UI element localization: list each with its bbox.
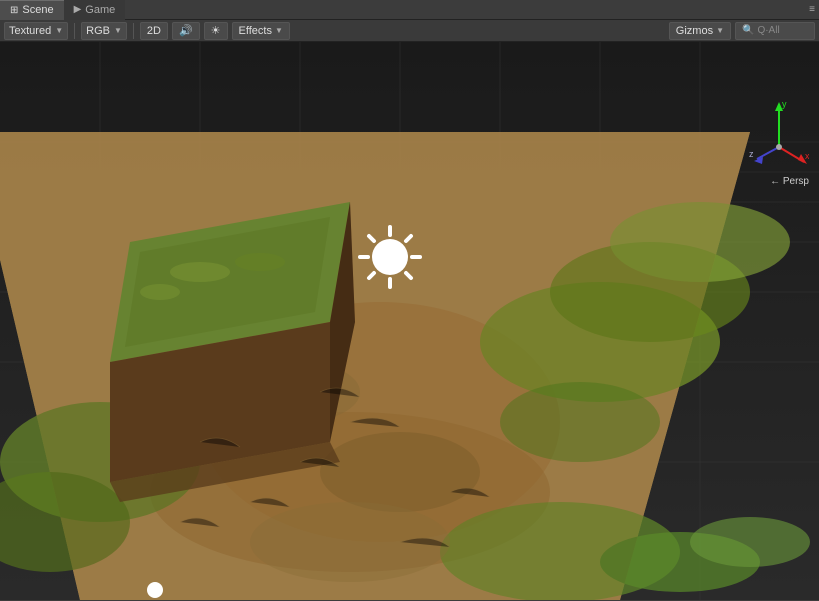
- scene-viewport[interactable]: y x z ← Persp: [0, 42, 819, 600]
- lighting-icon: ☀: [211, 24, 221, 37]
- audio-icon: 🔊: [179, 24, 193, 37]
- lighting-button[interactable]: ☀: [204, 22, 228, 40]
- effects-label: Effects: [239, 25, 272, 37]
- gizmos-button[interactable]: Gizmos ▼: [669, 22, 731, 40]
- effects-arrow-icon: ▼: [275, 26, 283, 35]
- search-placeholder: Q·All: [757, 25, 779, 36]
- tab-game-label: Game: [85, 4, 115, 16]
- title-bar: ⊞ Scene ▶ Game ≡: [0, 0, 819, 20]
- tab-scene-label: Scene: [22, 4, 53, 16]
- search-icon: 🔍: [742, 25, 754, 36]
- game-icon: ▶: [74, 4, 82, 15]
- audio-button[interactable]: 🔊: [172, 22, 200, 40]
- render-mode-label: Textured: [9, 25, 51, 37]
- terrain-scene: [0, 42, 819, 600]
- separator-1: [74, 23, 75, 39]
- gizmo-svg: y x z: [749, 97, 809, 172]
- search-field[interactable]: 🔍 Q·All: [735, 22, 815, 40]
- svg-text:y: y: [782, 99, 787, 109]
- tab-scene[interactable]: ⊞ Scene: [0, 0, 64, 20]
- sun-gizmo: [360, 227, 420, 287]
- color-mode-dropdown[interactable]: RGB ▼: [81, 22, 127, 40]
- perspective-label[interactable]: ← Persp: [770, 176, 809, 187]
- tab-game[interactable]: ▶ Game: [64, 0, 126, 20]
- svg-text:z: z: [749, 149, 754, 159]
- gizmos-label: Gizmos: [676, 25, 713, 37]
- title-bar-menu-icon[interactable]: ≡: [809, 4, 815, 15]
- mode-2d-label: 2D: [147, 25, 161, 37]
- gizmos-arrow-icon: ▼: [716, 26, 724, 35]
- separator-2: [133, 23, 134, 39]
- mode-2d-button[interactable]: 2D: [140, 22, 168, 40]
- color-mode-arrow-icon: ▼: [114, 26, 122, 35]
- title-bar-controls: ≡: [809, 4, 819, 15]
- effects-button[interactable]: Effects ▼: [232, 22, 290, 40]
- camera-indicator: [147, 582, 163, 598]
- scene-gizmo[interactable]: y x z ← Persp: [749, 97, 809, 187]
- render-mode-dropdown[interactable]: Textured ▼: [4, 22, 68, 40]
- color-mode-label: RGB: [86, 25, 110, 37]
- toolbar: Textured ▼ RGB ▼ 2D 🔊 ☀ Effects ▼ Gizmos…: [0, 20, 819, 42]
- svg-text:x: x: [805, 151, 809, 161]
- render-mode-arrow-icon: ▼: [55, 26, 63, 35]
- scene-icon: ⊞: [10, 5, 18, 16]
